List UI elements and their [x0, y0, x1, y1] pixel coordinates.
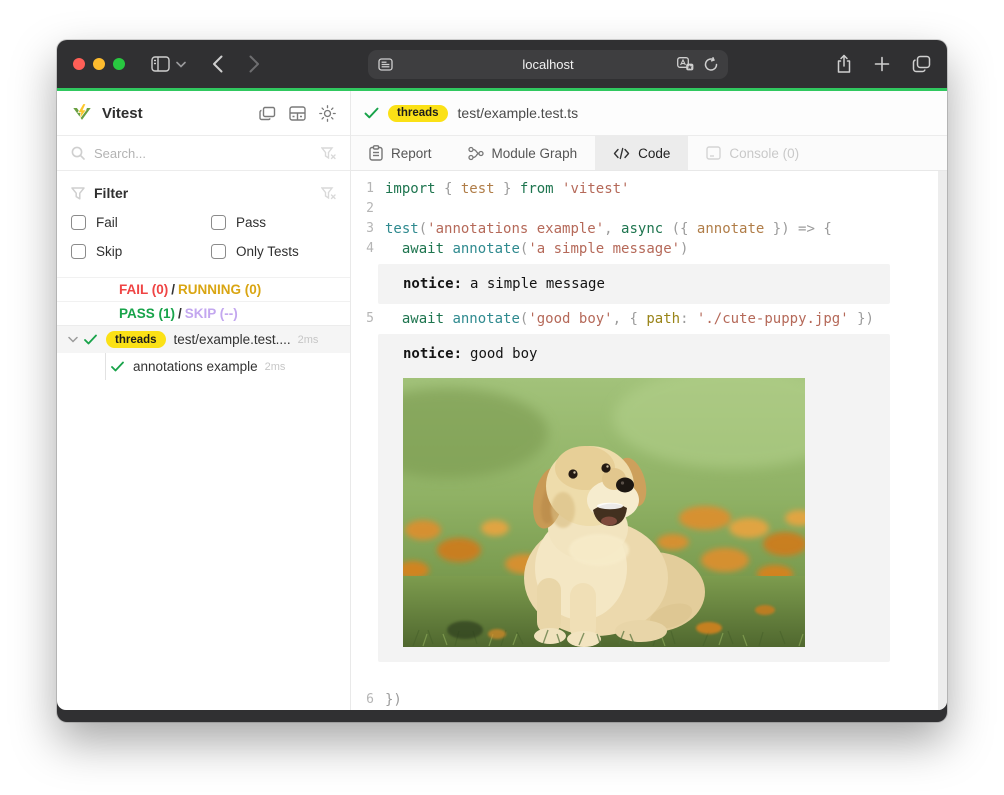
- file-header: threads test/example.test.ts: [351, 91, 947, 136]
- report-icon: [369, 145, 383, 161]
- collapse-panels-icon[interactable]: [259, 105, 276, 122]
- search-bar: [57, 136, 350, 171]
- code-line: 1import { test } from 'vitest': [351, 179, 947, 199]
- filter-label: Filter: [94, 185, 128, 201]
- open-file-name: test/example.test.ts: [458, 105, 579, 121]
- tab-module-graph[interactable]: Module Graph: [450, 136, 596, 170]
- tab-report[interactable]: Report: [351, 136, 450, 170]
- checkbox-box[interactable]: [71, 244, 86, 259]
- module-graph-icon: [468, 146, 484, 161]
- checkbox-box[interactable]: [71, 215, 86, 230]
- address-bar[interactable]: localhost: [368, 50, 728, 79]
- cute-puppy-photo: [403, 378, 805, 647]
- code-line: 5 await annotate('good boy', { path: './…: [351, 309, 947, 329]
- window-controls: [73, 58, 125, 70]
- reload-icon[interactable]: [704, 57, 718, 72]
- project-badge: threads: [106, 331, 166, 348]
- stats-row-2: PASS (1)/SKIP (--): [57, 301, 350, 325]
- test-duration: 2ms: [265, 361, 294, 373]
- back-button-icon[interactable]: [212, 55, 223, 73]
- checkbox-box[interactable]: [211, 244, 226, 259]
- pass-count: PASS (1): [119, 306, 175, 321]
- code-icon: [613, 147, 630, 160]
- code-line: 6}): [351, 690, 947, 710]
- safari-window: localhost: [57, 40, 947, 722]
- zoom-window-button[interactable]: [113, 58, 125, 70]
- tab-console[interactable]: Console (0): [688, 136, 817, 170]
- main-panel: threads test/example.test.ts Report: [351, 91, 947, 710]
- code-line: 2: [351, 199, 947, 219]
- test-tree: threads test/example.test.... 2ms annota…: [57, 325, 350, 380]
- annotation-label: notice:: [403, 276, 462, 292]
- filter-section: Filter Fail Pass: [57, 171, 350, 275]
- project-badge: threads: [388, 105, 448, 122]
- skip-count: SKIP (--): [185, 306, 238, 321]
- annotation-notice: notice: a simple message: [378, 264, 890, 304]
- sidebar-toggle-icon[interactable]: [151, 56, 170, 72]
- annotation-notice: notice: good boy: [378, 334, 890, 662]
- fail-count: FAIL (0): [119, 282, 168, 297]
- checkbox-skip[interactable]: Skip: [71, 244, 211, 259]
- tab-code[interactable]: Code: [595, 136, 688, 170]
- url-text: localhost: [368, 57, 728, 72]
- test-case-name: annotations example: [133, 359, 258, 374]
- annotation-label: notice:: [403, 346, 462, 362]
- annotation-message: a simple message: [470, 276, 605, 292]
- test-duration: 2ms: [298, 334, 327, 346]
- forward-button-icon[interactable]: [249, 55, 260, 73]
- theme-toggle-sun-icon[interactable]: [319, 105, 336, 122]
- browser-toolbar: localhost: [57, 40, 947, 88]
- test-stats: FAIL (0)/RUNNING (0) PASS (1)/SKIP (--): [57, 277, 350, 325]
- test-file-row[interactable]: threads test/example.test.... 2ms: [57, 326, 350, 353]
- test-file-name: test/example.test....: [174, 332, 291, 347]
- code-line: 4 await annotate('a simple message'): [351, 239, 947, 259]
- annotation-message: good boy: [470, 346, 537, 362]
- dashboard-layout-icon[interactable]: [289, 105, 306, 122]
- console-icon: [706, 146, 721, 160]
- chevron-down-icon[interactable]: [68, 336, 78, 343]
- clear-filter-icon[interactable]: [321, 187, 336, 200]
- minimize-window-button[interactable]: [93, 58, 105, 70]
- chevron-down-icon[interactable]: [176, 61, 186, 68]
- clear-search-filter-icon[interactable]: [321, 147, 336, 160]
- share-icon[interactable]: [836, 54, 852, 74]
- checkbox-fail[interactable]: Fail: [71, 215, 211, 230]
- app-title: Vitest: [102, 105, 143, 122]
- vitest-logo-icon: [71, 102, 93, 124]
- indent-guide: [105, 353, 106, 380]
- stats-row-1: FAIL (0)/RUNNING (0): [57, 277, 350, 301]
- code-viewer[interactable]: 1import { test } from 'vitest' 2 3test('…: [351, 171, 947, 710]
- search-input[interactable]: [94, 146, 312, 161]
- code-line: 3test('annotations example', async ({ an…: [351, 219, 947, 239]
- code-scrollbar[interactable]: [938, 171, 947, 710]
- pass-check-icon: [111, 361, 124, 372]
- checkbox-only-tests[interactable]: Only Tests: [211, 244, 336, 259]
- translate-icon[interactable]: [677, 57, 694, 71]
- checkbox-box[interactable]: [211, 215, 226, 230]
- tab-bar: Report Module Graph: [351, 136, 947, 171]
- pass-check-icon: [364, 107, 379, 119]
- search-icon: [71, 146, 85, 160]
- new-tab-icon[interactable]: [874, 56, 890, 72]
- sidebar-header: Vitest: [57, 91, 350, 136]
- sidebar: Vitest: [57, 91, 351, 710]
- test-case-row[interactable]: annotations example 2ms: [57, 353, 350, 380]
- running-count: RUNNING (0): [178, 282, 261, 297]
- tab-overview-icon[interactable]: [912, 55, 931, 73]
- close-window-button[interactable]: [73, 58, 85, 70]
- vitest-ui: Vitest: [57, 91, 947, 710]
- pass-check-icon: [84, 334, 97, 345]
- reader-view-icon[interactable]: [378, 58, 393, 71]
- checkbox-pass[interactable]: Pass: [211, 215, 336, 230]
- funnel-icon: [71, 187, 85, 200]
